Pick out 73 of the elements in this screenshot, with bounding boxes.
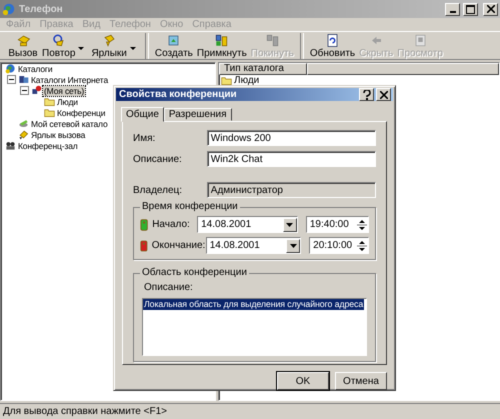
help-icon	[362, 90, 370, 100]
date-picker[interactable]: 14.08.2001	[197, 216, 298, 233]
expand-toggle[interactable]	[7, 75, 16, 84]
redial-icon	[51, 32, 66, 48]
group-title: Область конференции	[140, 267, 249, 278]
tab[interactable]: Общие	[121, 107, 164, 122]
preview-icon	[412, 32, 428, 48]
caret-icon	[290, 244, 297, 248]
leave-icon	[264, 32, 280, 48]
tree-item[interactable]: Каталоги Интернета	[30, 74, 110, 84]
toolbar-button[interactable]: Создать	[152, 32, 195, 58]
list-item[interactable]: Локальная область для выделения случайного адреса	[143, 299, 364, 310]
call-icon	[16, 32, 30, 48]
spinner-icon[interactable]	[356, 218, 368, 232]
time-field[interactable]: 20:10:00	[309, 237, 369, 254]
text-field[interactable]: Windows 200	[206, 130, 376, 146]
tree-item[interactable]: Ярлык вызова	[30, 130, 86, 140]
field-label: Владелец:	[133, 184, 184, 196]
conference-icon	[5, 140, 16, 151]
field-label: Окончание:	[152, 240, 202, 251]
spinner-icon[interactable]	[356, 238, 368, 252]
tree-item[interactable]: (Моя сеть)	[43, 86, 86, 96]
close-icon	[380, 90, 388, 98]
network-icon	[31, 85, 42, 96]
caret-icon	[130, 46, 136, 50]
shortcut-icon	[18, 129, 29, 140]
list-box[interactable]: Локальная область для выделения случайного адреса	[142, 298, 367, 356]
toolbar-button[interactable]: Примкнуть	[194, 32, 249, 58]
list-item[interactable]: Люди	[234, 75, 260, 86]
field-label: Имя:	[133, 132, 156, 144]
time-field[interactable]: 19:40:00	[306, 216, 369, 233]
close-button[interactable]	[376, 88, 391, 101]
caret-icon	[78, 46, 84, 50]
group-title: Время конференции	[140, 201, 240, 212]
window-title: Телефон	[19, 4, 64, 14]
globe-icon	[5, 63, 16, 74]
tree-item[interactable]: Мой сетевой катало	[30, 118, 109, 128]
toolbar-button[interactable]: Ярлыки	[89, 32, 129, 58]
minimize-button[interactable]	[445, 2, 460, 16]
maximize-button[interactable]	[463, 2, 478, 16]
dialog-button[interactable]: Отмена	[335, 372, 387, 390]
tree-item[interactable]: Конференц-зал	[17, 140, 79, 150]
maximize-icon	[466, 4, 475, 14]
expand-toggle[interactable]	[20, 86, 29, 95]
dropdown-button[interactable]	[286, 238, 300, 252]
toolbar-button[interactable]: Обновить	[308, 32, 358, 58]
dialog-button[interactable]: OK	[277, 372, 329, 390]
close-button[interactable]	[483, 2, 498, 16]
close-icon	[486, 5, 494, 13]
join-icon	[214, 32, 230, 48]
shortcuts-icon	[102, 32, 117, 48]
dialog-title: Свойства конференции	[119, 89, 238, 100]
create-icon	[166, 32, 182, 48]
tree-item[interactable]: Конференци	[56, 108, 106, 118]
tab[interactable]: Разрешения	[164, 108, 232, 121]
caret-icon	[286, 222, 294, 226]
dropdown-button[interactable]	[282, 218, 297, 232]
column-header[interactable]: Тип каталога	[219, 63, 307, 75]
toolbar-button[interactable]: Вызов	[6, 32, 40, 58]
server-icon	[18, 74, 29, 85]
field-label: Начало:	[152, 219, 191, 230]
toolbar-button[interactable]: Повтор	[40, 32, 78, 58]
tree-item[interactable]: Каталоги	[17, 64, 54, 74]
tree-item[interactable]: Люди	[56, 96, 79, 106]
field-label: Описание:	[144, 282, 194, 293]
help-button[interactable]	[359, 88, 374, 101]
app-icon	[2, 2, 16, 16]
status-text: Для вывода справки нажмите <F1>	[3, 406, 167, 417]
folder-icon	[44, 107, 55, 118]
refresh-icon	[324, 32, 340, 48]
text-field[interactable]: Win2k Chat	[206, 151, 376, 167]
date-picker[interactable]: 14.08.2001	[206, 237, 302, 254]
field-label: Описание:	[133, 154, 183, 164]
